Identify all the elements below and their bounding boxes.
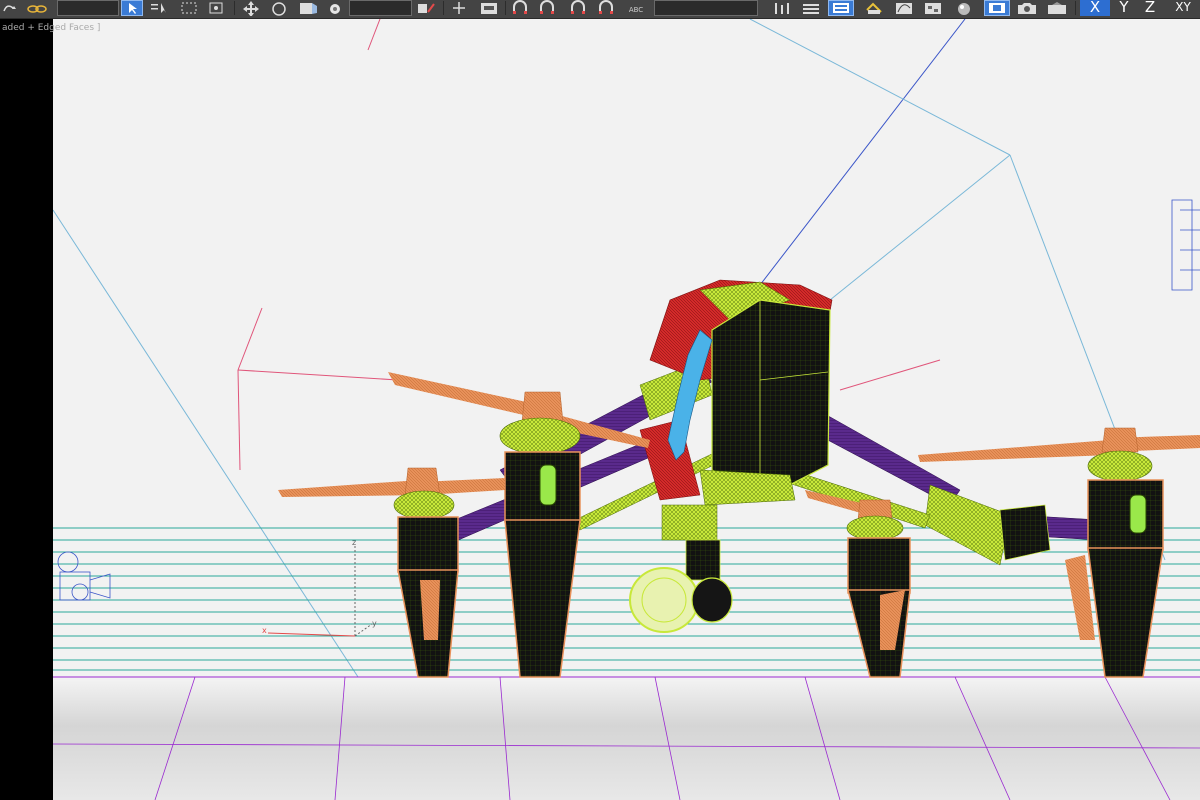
motor-rear-left <box>278 467 505 678</box>
layer-icon[interactable] <box>828 0 854 16</box>
reference-coordinate-dropdown[interactable] <box>349 0 412 16</box>
curve-editor-icon[interactable] <box>892 0 916 16</box>
link-icon[interactable] <box>24 0 50 16</box>
world-axis-gizmo: z x y <box>262 538 377 637</box>
pivot-icon[interactable] <box>414 0 438 16</box>
render-frame-icon[interactable] <box>1044 0 1070 16</box>
angle-snap-icon[interactable] <box>535 0 561 16</box>
edit-named-selection-button[interactable]: ABC <box>625 0 647 16</box>
axis-x-label: x <box>262 626 267 635</box>
viewport-scene: z x y <box>53 19 1200 800</box>
named-selection-set-dropdown[interactable] <box>654 0 758 16</box>
material-editor-icon[interactable] <box>950 0 978 16</box>
undo-redo-icon[interactable] <box>0 0 22 16</box>
select-object-icon[interactable] <box>121 0 143 16</box>
ground-plane <box>53 676 1200 800</box>
scale-icon[interactable] <box>296 0 322 16</box>
axis-xy-button[interactable]: XY <box>1166 0 1200 16</box>
percent-snap-icon[interactable] <box>567 0 589 16</box>
spinner-snap-icon[interactable] <box>594 0 618 16</box>
axis-z-label: z <box>352 538 356 547</box>
viewport-shading-label[interactable]: aded + Edged Faces ] <box>0 20 102 36</box>
status-led-icon <box>539 464 557 506</box>
rotate-icon[interactable] <box>266 0 292 16</box>
left-command-strip <box>0 19 53 800</box>
drone-model[interactable] <box>278 279 1200 678</box>
render-setup-icon[interactable] <box>984 0 1010 16</box>
manipulate-icon[interactable] <box>325 0 345 16</box>
select-and-link-icon[interactable] <box>447 0 471 16</box>
landing-leg-front-right <box>1087 547 1164 678</box>
right-wireframe-object <box>1171 199 1200 291</box>
mirror-icon[interactable] <box>770 0 794 16</box>
keyboard-shortcut-icon[interactable] <box>477 0 501 16</box>
gimbal-mount <box>661 504 718 541</box>
render-icon[interactable] <box>1014 0 1040 16</box>
snap-icon[interactable] <box>509 0 531 16</box>
main-toolbar: ABC X Y Z XY <box>0 0 1200 19</box>
axis-y-button[interactable]: Y <box>1113 0 1135 16</box>
rectangular-selection-icon[interactable] <box>177 0 203 16</box>
perspective-viewport[interactable]: z x y <box>53 19 1200 800</box>
axis-x-button[interactable]: X <box>1080 0 1110 16</box>
axis-y-label: y <box>372 619 377 628</box>
align-icon[interactable] <box>799 0 823 16</box>
drone-battery <box>711 299 831 496</box>
window-crossing-icon[interactable] <box>206 0 228 16</box>
schematic-view-icon[interactable] <box>921 0 945 16</box>
move-icon[interactable] <box>238 0 264 16</box>
scene-explorer-icon[interactable] <box>862 0 886 16</box>
select-by-name-icon[interactable] <box>148 0 170 16</box>
construction-lines <box>53 19 1166 681</box>
landing-leg-front-left <box>504 519 581 678</box>
selection-filter-dropdown[interactable] <box>57 0 119 16</box>
axis-z-button[interactable]: Z <box>1138 0 1162 16</box>
